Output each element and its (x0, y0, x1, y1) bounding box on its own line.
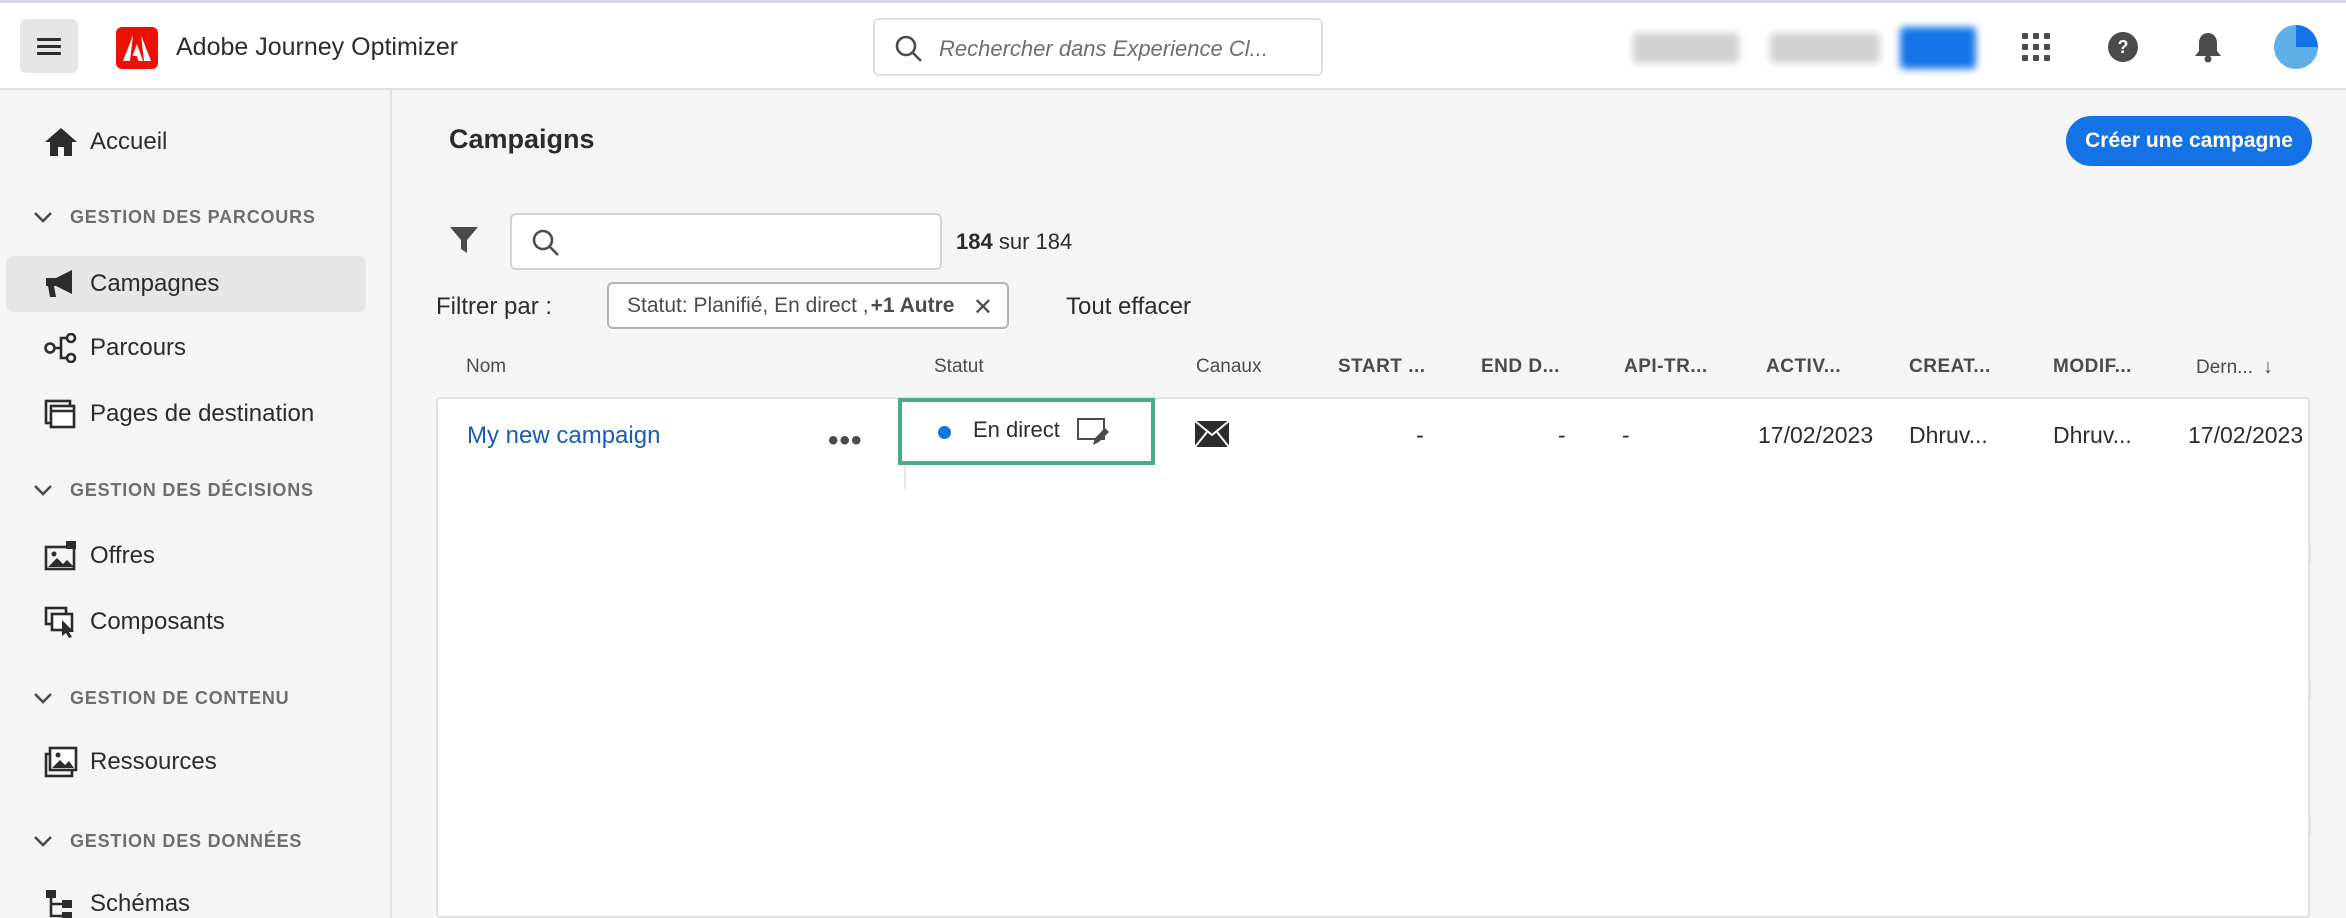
column-header-last-modified[interactable]: Dern... ↓ (2196, 356, 2273, 379)
column-header-created[interactable]: CREAT... (1909, 356, 1991, 378)
section-data-management[interactable]: GESTION DES DONNÉES (32, 830, 302, 852)
start-date-cell: - (1416, 422, 1424, 448)
left-sidebar: Accueil GESTION DES PARCOURS Campagnes P… (0, 90, 392, 918)
chevron-down-icon (32, 830, 54, 852)
sidebar-item-campaigns[interactable]: Campagnes (6, 256, 366, 312)
column-header-start[interactable]: START ... (1338, 356, 1426, 378)
last-modified-cell: 17/02/2023 (2188, 422, 2304, 448)
journey-nodes-icon (44, 330, 88, 366)
sidebar-item-schemas[interactable]: Schémas (6, 876, 366, 918)
create-campaign-button[interactable]: Créer une campagne (2066, 116, 2312, 166)
mail-icon (1194, 420, 1230, 453)
close-icon[interactable]: ✕ (973, 293, 993, 322)
hamburger-menu-button[interactable] (20, 19, 78, 73)
sidebar-item-label: Ressources (90, 748, 217, 775)
section-title: GESTION DES DÉCISIONS (70, 479, 314, 500)
environment-badge-blurred[interactable] (1900, 27, 1976, 69)
sort-descending-icon: ↓ (2263, 356, 2274, 378)
page-title: Campaigns (449, 124, 595, 154)
offer-image-icon (44, 538, 88, 574)
sidebar-item-label: Accueil (90, 128, 168, 155)
divider (2309, 816, 2311, 836)
components-icon (44, 604, 88, 640)
home-icon (44, 124, 88, 160)
column-header-modified[interactable]: MODIF... (2053, 356, 2132, 378)
search-icon (895, 35, 923, 68)
sidebar-item-label: Pages de destination (90, 400, 315, 427)
section-title: GESTION DES PARCOURS (70, 206, 316, 227)
status-cell[interactable]: En direct (898, 398, 1155, 465)
apps-grid-icon[interactable] (2018, 29, 2054, 65)
chevron-down-icon (32, 206, 54, 228)
edit-icon[interactable] (1076, 416, 1110, 453)
column-header-channels[interactable]: Canaux (1196, 356, 1262, 378)
search-icon (532, 229, 560, 262)
landing-page-icon (44, 396, 88, 432)
divider (2309, 680, 2311, 700)
more-actions-icon[interactable]: ••• (828, 424, 863, 458)
sidebar-item-label: Composants (90, 608, 225, 635)
end-date-cell: - (1558, 422, 1566, 448)
menu-icon (37, 36, 61, 57)
section-journey-management[interactable]: GESTION DES PARCOURS (32, 206, 316, 228)
chevron-down-icon (32, 479, 54, 501)
column-header-end[interactable]: END D... (1481, 356, 1560, 378)
section-title: GESTION DE CONTENU (70, 687, 290, 708)
table-search-input[interactable] (510, 213, 942, 270)
global-search-input[interactable]: Rechercher dans Experience Cl... (873, 18, 1323, 76)
clear-all-link[interactable]: Tout effacer (1066, 293, 1191, 321)
search-placeholder: Rechercher dans Experience Cl... (939, 36, 1268, 61)
modified-by-cell: Dhruv... (2053, 422, 2132, 448)
filter-chip-text: Statut: Planifié, En direct , (627, 293, 869, 317)
sidebar-item-home[interactable]: Accueil (6, 114, 366, 170)
notifications-bell-icon[interactable] (2190, 29, 2226, 65)
activated-date-cell: 17/02/2023 (1758, 422, 1874, 448)
column-header-label: Dern... (2196, 357, 2254, 378)
section-content-management[interactable]: GESTION DE CONTENU (32, 687, 289, 709)
status-badge: En direct (973, 417, 1060, 442)
user-avatar[interactable] (2274, 25, 2318, 69)
org-switcher-blurred[interactable] (1633, 33, 1739, 63)
column-header-status[interactable]: Statut (934, 356, 984, 378)
assets-icon (44, 744, 88, 780)
section-title: GESTION DES DONNÉES (70, 830, 303, 851)
campaign-name-link[interactable]: My new campaign (467, 422, 660, 450)
results-count: 184 sur 184 (956, 229, 1073, 254)
filter-by-label: Filtrer par : (436, 293, 553, 320)
sidebar-item-label: Offres (90, 542, 155, 569)
sidebar-item-assets[interactable]: Ressources (6, 734, 366, 790)
sandbox-switcher-blurred[interactable] (1770, 33, 1880, 63)
sidebar-item-label: Schémas (90, 890, 191, 917)
app-title: Adobe Journey Optimizer (176, 33, 459, 61)
status-dot (938, 426, 951, 439)
column-header-activated[interactable]: ACTIV... (1766, 356, 1841, 378)
filter-chip-more: +1 Autre (870, 293, 955, 317)
adobe-logo-icon (116, 27, 158, 69)
top-header: Adobe Journey Optimizer Rechercher dans … (0, 0, 2346, 90)
chevron-down-icon (32, 687, 54, 709)
sidebar-item-label: Campagnes (90, 270, 220, 297)
sidebar-item-components[interactable]: Composants (6, 594, 366, 650)
api-trigger-cell: - (1622, 422, 1630, 448)
created-by-cell: Dhruv... (1909, 422, 1988, 448)
sidebar-item-offers[interactable]: Offres (6, 528, 366, 584)
svg-text:?: ? (2118, 37, 2129, 57)
divider (2309, 544, 2311, 564)
sidebar-item-journeys[interactable]: Parcours (6, 320, 366, 376)
status-filter-chip[interactable]: Statut: Planifié, En direct , +1 Autre ✕ (607, 282, 1009, 329)
megaphone-icon (44, 266, 88, 302)
sidebar-item-label: Parcours (90, 334, 187, 361)
filter-icon[interactable] (448, 224, 480, 261)
sidebar-item-landing-pages[interactable]: Pages de destination (6, 386, 366, 442)
help-icon[interactable]: ? (2105, 29, 2141, 65)
section-decision-management[interactable]: GESTION DES DÉCISIONS (32, 479, 314, 501)
campaigns-table (436, 397, 2310, 918)
schema-icon (44, 886, 88, 918)
column-header-api-trigger[interactable]: API-TR... (1624, 356, 1708, 378)
column-header-name[interactable]: Nom (466, 356, 506, 378)
